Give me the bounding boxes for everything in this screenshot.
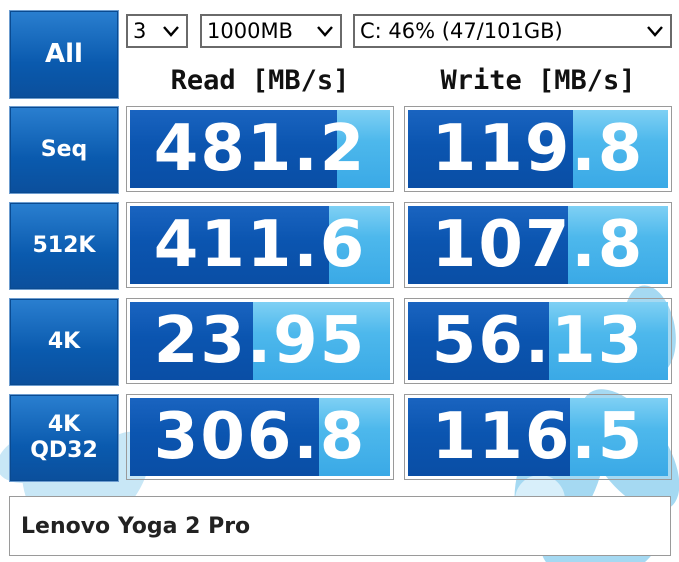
write-value: 107.8 bbox=[431, 208, 645, 282]
test-row-button[interactable]: 512K bbox=[9, 202, 119, 290]
test-row-button[interactable]: Seq bbox=[9, 106, 119, 194]
all-button[interactable]: All bbox=[9, 10, 119, 99]
drive-value: C: 46% (47/101GB) bbox=[360, 19, 563, 43]
write-result-3: 116.5 bbox=[404, 394, 672, 480]
drive-select[interactable]: C: 46% (47/101GB) bbox=[353, 14, 672, 48]
read-value: 306.8 bbox=[153, 400, 367, 474]
write-result-1: 107.8 bbox=[404, 202, 672, 288]
read-value: 411.6 bbox=[153, 208, 367, 282]
read-result-0: 481.2 bbox=[126, 106, 394, 192]
write-result-0: 119.8 bbox=[404, 106, 672, 192]
read-result-2: 23.95 bbox=[126, 298, 394, 384]
test-row-button[interactable]: 4K QD32 bbox=[9, 394, 119, 482]
read-value: 481.2 bbox=[153, 112, 367, 186]
write-value: 56.13 bbox=[431, 304, 645, 378]
test-row-button[interactable]: 4K bbox=[9, 298, 119, 386]
test-size-value: 1000MB bbox=[207, 19, 293, 43]
chevron-down-icon bbox=[317, 26, 333, 37]
chevron-down-icon bbox=[163, 26, 179, 37]
chevron-down-icon bbox=[647, 26, 663, 37]
test-count-select[interactable]: 3 bbox=[126, 14, 188, 48]
write-result-2: 56.13 bbox=[404, 298, 672, 384]
read-result-3: 306.8 bbox=[126, 394, 394, 480]
test-count-value: 3 bbox=[133, 19, 147, 43]
write-column-header: Write [MB/s] bbox=[440, 64, 636, 96]
read-value: 23.95 bbox=[153, 304, 367, 378]
read-column-header: Read [MB/s] bbox=[170, 64, 350, 96]
read-result-1: 411.6 bbox=[126, 202, 394, 288]
comment-field[interactable]: Lenovo Yoga 2 Pro bbox=[9, 496, 671, 556]
write-value: 119.8 bbox=[431, 112, 645, 186]
test-size-select[interactable]: 1000MB bbox=[200, 14, 342, 48]
write-value: 116.5 bbox=[431, 400, 645, 474]
